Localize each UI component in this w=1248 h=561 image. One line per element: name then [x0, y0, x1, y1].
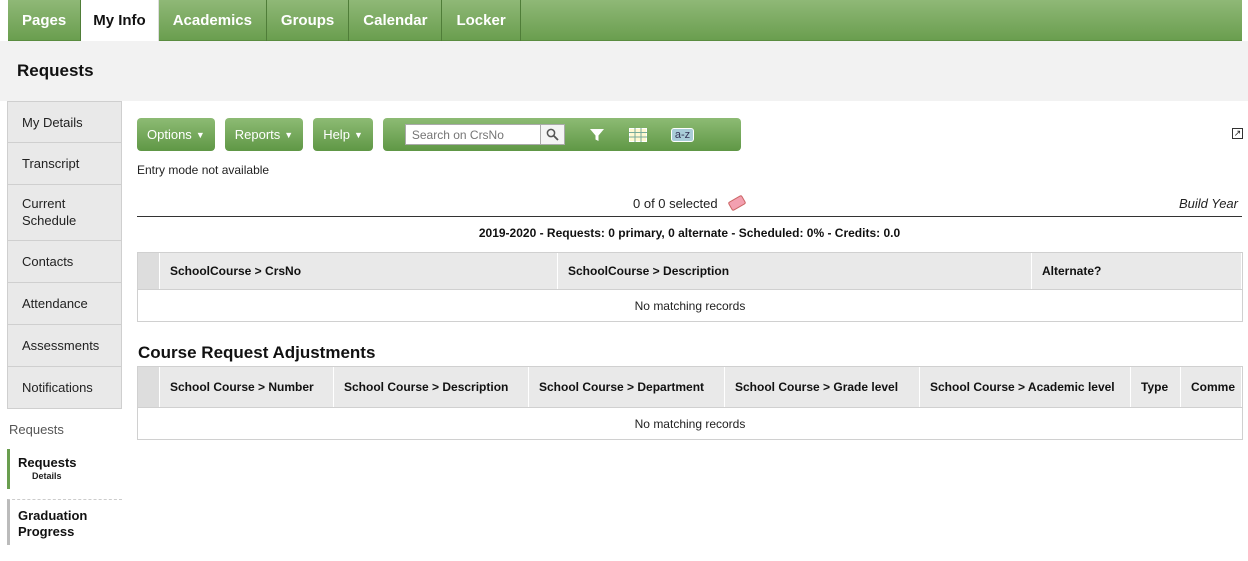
top-tabs: Pages My Info Academics Groups Calendar … — [8, 0, 521, 41]
sidebar-item-notifications[interactable]: Notifications — [7, 367, 122, 409]
sidebar-sub-label: Requests — [18, 455, 77, 470]
reports-button[interactable]: Reports ▼ — [224, 118, 304, 151]
select-all-cell[interactable] — [138, 253, 160, 289]
filter-icon — [589, 128, 604, 141]
selection-count: 0 of 0 selected — [633, 194, 747, 212]
page-header: Requests — [0, 41, 1248, 101]
caret-down-icon: ▼ — [284, 129, 294, 140]
empty-message: No matching records — [138, 289, 1242, 321]
column-header-academic-level[interactable]: School Course > Academic level — [920, 367, 1131, 407]
reports-label: Reports — [234, 127, 281, 142]
page-title: Requests — [17, 61, 94, 80]
column-header-description[interactable]: SchoolCourse > Description — [558, 253, 1032, 289]
search-button[interactable] — [540, 124, 565, 145]
column-header-department[interactable]: School Course > Department — [529, 367, 725, 407]
sidebar: My Details Transcript Current Schedule C… — [7, 101, 122, 545]
sidebar-sub-requests[interactable]: Requests Details — [7, 449, 122, 489]
popout-icon[interactable]: ↗ — [1232, 128, 1243, 139]
column-header-description[interactable]: School Course > Description — [334, 367, 529, 407]
top-nav: Pages My Info Academics Groups Calendar … — [0, 0, 1248, 41]
search-icon — [546, 128, 559, 141]
tab-groups[interactable]: Groups — [267, 0, 350, 41]
sidebar-item-my-details[interactable]: My Details — [7, 101, 122, 143]
tab-locker[interactable]: Locker — [442, 0, 521, 41]
caret-down-icon: ▼ — [353, 129, 363, 140]
tab-my-info[interactable]: My Info — [81, 0, 159, 41]
column-header-number[interactable]: School Course > Number — [160, 367, 334, 407]
grid-icon — [628, 127, 647, 142]
sidebar-item-current-schedule[interactable]: Current Schedule — [7, 185, 122, 241]
sidebar-item-label: Current Schedule — [22, 196, 77, 228]
caret-down-icon: ▼ — [195, 129, 205, 140]
sidebar-item-assessments[interactable]: Assessments — [7, 325, 122, 367]
empty-message: No matching records — [138, 407, 1242, 439]
column-header-comment[interactable]: Comme — [1181, 367, 1242, 407]
help-label: Help — [323, 127, 350, 142]
search-input[interactable] — [404, 124, 541, 145]
options-button[interactable]: Options ▼ — [137, 118, 215, 151]
columns-button[interactable] — [628, 127, 647, 142]
build-year-link[interactable]: Build Year — [1179, 196, 1238, 211]
selection-bar: 0 of 0 selected Build Year — [137, 189, 1242, 217]
sidebar-section-label: Requests — [9, 421, 64, 437]
section-title: Course Request Adjustments — [138, 343, 376, 362]
column-header-grade-level[interactable]: School Course > Grade level — [725, 367, 920, 407]
requests-table: SchoolCourse > CrsNo SchoolCourse > Desc… — [137, 252, 1243, 322]
tab-pages[interactable]: Pages — [8, 0, 82, 41]
help-button[interactable]: Help ▼ — [313, 118, 373, 151]
options-label: Options — [147, 127, 192, 142]
toolbar: Options ▼ Reports ▼ Help ▼ Search on Crs… — [137, 118, 741, 151]
table-header: School Course > Number School Course > D… — [138, 367, 1242, 407]
sidebar-sub-graduation-progress[interactable]: Graduation Progress — [7, 499, 122, 545]
select-all-cell[interactable] — [138, 367, 160, 407]
eraser-icon[interactable] — [727, 194, 747, 212]
tab-calendar[interactable]: Calendar — [349, 0, 443, 41]
column-header-type[interactable]: Type — [1131, 367, 1181, 407]
sidebar-item-attendance[interactable]: Attendance — [7, 283, 122, 325]
column-header-crsno[interactable]: SchoolCourse > CrsNo — [160, 253, 558, 289]
adjustments-table: School Course > Number School Course > D… — [137, 366, 1243, 440]
sort-button[interactable]: a-z — [670, 127, 695, 142]
sidebar-item-contacts[interactable]: Contacts — [7, 241, 122, 283]
filter-button[interactable] — [589, 127, 605, 143]
requests-summary: 2019-2020 - Requests: 0 primary, 0 alter… — [478, 226, 901, 240]
selection-count-text: 0 of 0 selected — [633, 196, 718, 211]
table-header: SchoolCourse > CrsNo SchoolCourse > Desc… — [138, 253, 1242, 289]
column-header-alternate[interactable]: Alternate? — [1032, 253, 1242, 289]
sidebar-sub-label: Graduation Progress — [18, 508, 88, 540]
entry-mode-text: Entry mode not available — [137, 163, 270, 177]
sort-az-icon: a-z — [670, 127, 695, 142]
sidebar-sub-details[interactable]: Details — [18, 471, 122, 481]
tab-academics[interactable]: Academics — [159, 0, 267, 41]
sidebar-item-transcript[interactable]: Transcript — [7, 143, 122, 185]
search-toolbar: a-z — [382, 118, 741, 151]
